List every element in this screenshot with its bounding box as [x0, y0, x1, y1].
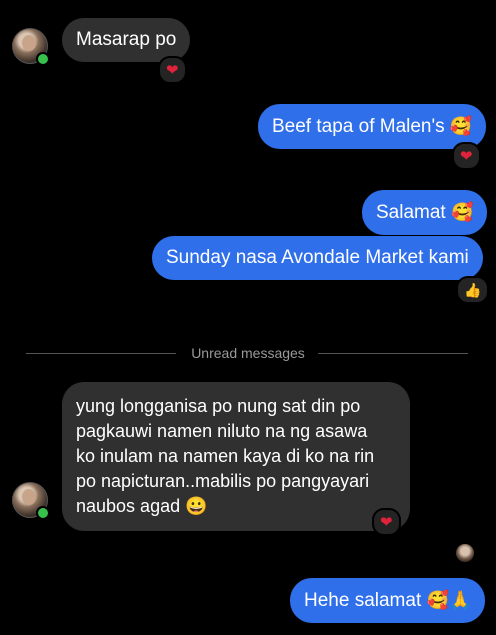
heart-reaction-icon[interactable]: ❤ [158, 56, 187, 84]
seen-avatar-icon [456, 544, 474, 562]
message-text: Sunday nasa Avondale Market kami [166, 247, 469, 268]
message-line: ko inulam na namen kaya di ko na rin [76, 446, 375, 466]
message-line: po napicturan..mabilis po pangyayari [76, 471, 370, 491]
message-text: Hehe salamat [304, 590, 422, 611]
online-status-icon [36, 506, 50, 520]
avatar-face [22, 35, 36, 51]
outgoing-message[interactable]: Salamat 🥰 [362, 190, 488, 235]
heart-reaction-icon[interactable]: ❤ [372, 508, 401, 536]
folded-hands-icon: 🙏 [448, 590, 472, 610]
incoming-message[interactable]: yung longganisa po nung sat din po pagka… [62, 382, 410, 531]
message-text: Beef tapa of Malen's [272, 116, 445, 137]
heart-reaction-icon[interactable]: ❤ [452, 142, 481, 170]
outgoing-message[interactable]: Hehe salamat 🥰🙏 [290, 578, 486, 623]
smiling-hearts-icon: 🥰 [449, 116, 473, 136]
message-text: Masarap po [76, 29, 177, 50]
outgoing-message[interactable]: Sunday nasa Avondale Market kami [152, 236, 483, 280]
grin-icon: 😀 [185, 496, 208, 516]
message-text: Salamat [376, 202, 446, 223]
message-line: yung longganisa po nung sat din po [76, 396, 361, 416]
message-line: naubos agad 😀 [76, 496, 208, 516]
avatar-face [22, 489, 36, 505]
smiling-hearts-icon: 🥰 [426, 590, 449, 610]
outgoing-message[interactable]: Beef tapa of Malen's 🥰 [258, 104, 487, 149]
divider-right [318, 353, 468, 354]
online-status-icon [36, 52, 50, 66]
message-line: pagkauwi namen niluto na ng asawa [76, 421, 368, 441]
smiling-hearts-icon: 🥰 [450, 202, 474, 222]
thumbs-up-reaction-icon[interactable]: 👍 [456, 276, 490, 304]
